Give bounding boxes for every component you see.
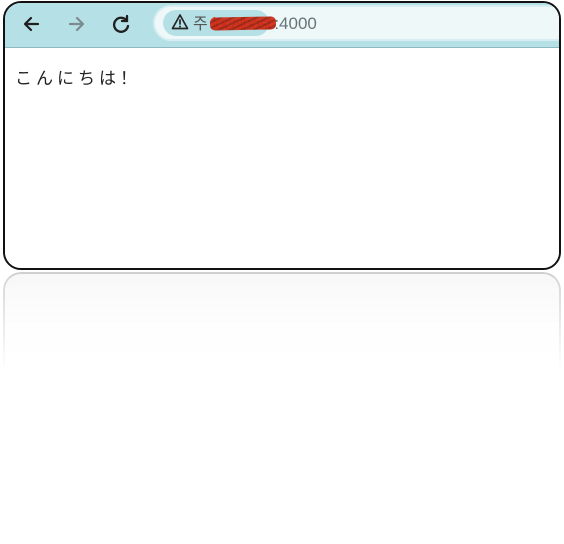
browser-window: 주 localhost :4000 こんにちは！: [3, 1, 561, 270]
url-port-text: :4000: [274, 14, 317, 33]
redaction-scribble: [210, 16, 277, 31]
back-button[interactable]: [17, 9, 47, 39]
page-content: こんにちは！: [5, 48, 559, 268]
reload-button[interactable]: [106, 9, 136, 39]
warning-triangle-icon[interactable]: [171, 13, 189, 31]
screenshot-stage: 주 localhost :4000 こんにちは！: [0, 0, 564, 544]
window-reflection: [3, 272, 561, 372]
page-greeting-text: こんにちは！: [15, 69, 141, 89]
browser-toolbar: 주 localhost :4000: [5, 3, 559, 48]
address-bar[interactable]: 주 localhost :4000: [153, 5, 559, 41]
forward-button[interactable]: [61, 9, 91, 39]
security-label: 주: [193, 16, 208, 33]
reload-icon: [113, 14, 130, 33]
arrow-left-icon: [23, 16, 40, 32]
url-text[interactable]: 주 localhost :4000: [193, 14, 317, 34]
redacted-url-host: localhost: [210, 14, 277, 33]
arrow-right-icon: [68, 16, 85, 32]
